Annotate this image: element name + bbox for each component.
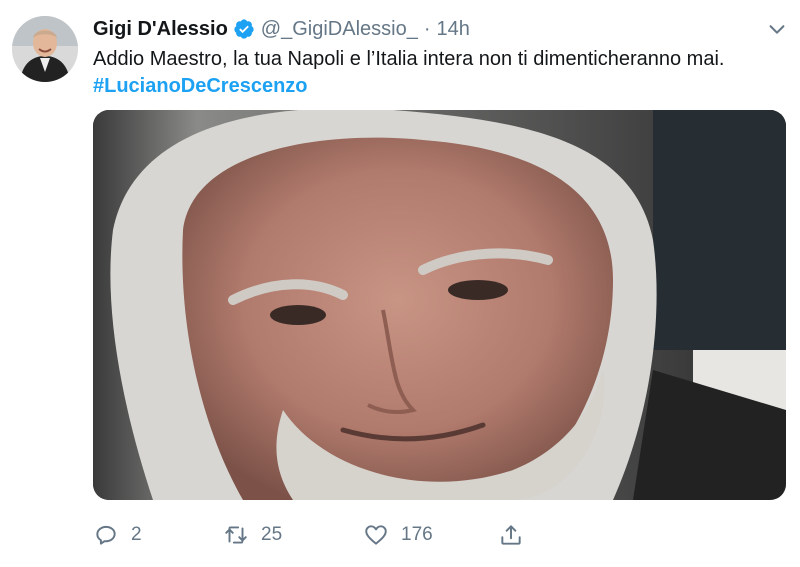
reply-count: 2 xyxy=(131,524,142,545)
tweet-photo[interactable] xyxy=(93,110,786,500)
retweet-count: 25 xyxy=(261,524,283,545)
hashtag-link[interactable]: #LucianoDeCrescenzo xyxy=(93,75,308,97)
verified-badge-icon xyxy=(233,18,255,40)
like-icon xyxy=(365,525,387,545)
reply-button[interactable]: 2 xyxy=(93,522,223,548)
tweet-timestamp[interactable]: 14h xyxy=(437,17,470,41)
like-count: 176 xyxy=(401,524,433,545)
author-display-name[interactable]: Gigi D'Alessio xyxy=(93,17,228,41)
tweet-header: Gigi D'Alessio @_GigiDAlessio_ · 14h xyxy=(93,17,470,41)
tweet-actions: 2 25 176 xyxy=(93,520,524,550)
separator-dot: · xyxy=(423,18,431,40)
like-button[interactable]: 176 xyxy=(363,522,498,548)
author-handle[interactable]: @_GigiDAlessio_ xyxy=(261,17,418,41)
share-icon xyxy=(501,525,521,545)
tweet-text: Addio Maestro, la tua Napoli e l’Italia … xyxy=(93,46,783,100)
chevron-down-icon[interactable] xyxy=(766,18,788,40)
reply-icon xyxy=(96,525,116,545)
retweet-button[interactable]: 25 xyxy=(223,522,363,548)
tweet-card: Gigi D'Alessio @_GigiDAlessio_ · 14h Add… xyxy=(0,0,800,567)
retweet-icon xyxy=(225,526,247,544)
avatar[interactable] xyxy=(12,16,78,82)
share-button[interactable] xyxy=(498,522,524,548)
tweet-body: Addio Maestro, la tua Napoli e l’Italia … xyxy=(93,48,725,70)
